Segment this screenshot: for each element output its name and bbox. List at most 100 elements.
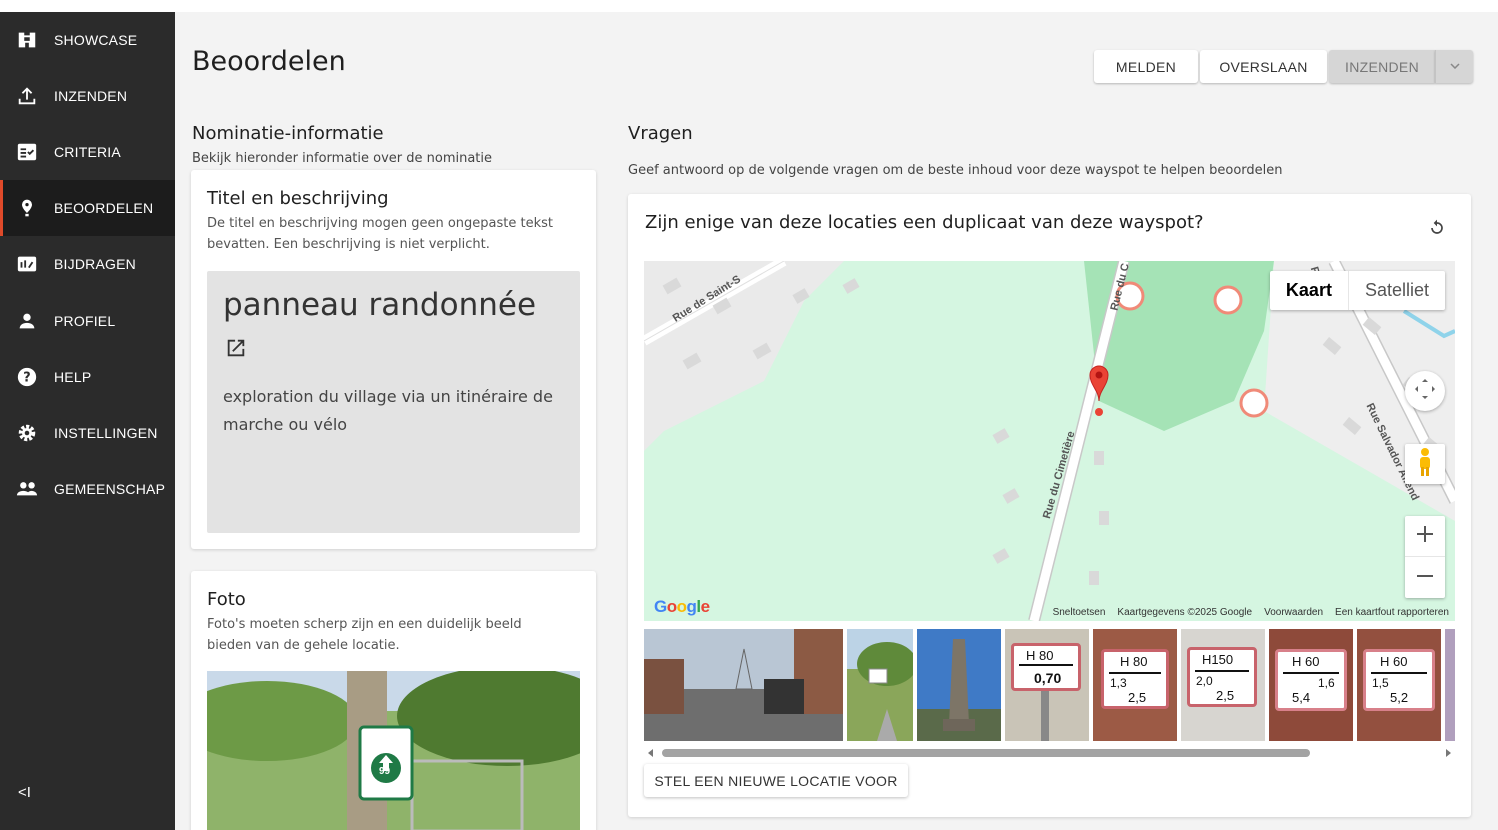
candidate-thumbnail[interactable]: H 60 1,6 5,4 xyxy=(1269,629,1353,741)
zoom-in-button[interactable] xyxy=(1405,516,1445,557)
sign-line xyxy=(1283,672,1339,674)
nomination-photo[interactable]: 99 xyxy=(207,671,580,830)
sidebar-item-gemeenschap[interactable]: GEMEENSCHAP xyxy=(0,461,175,517)
sign-line xyxy=(1109,672,1161,674)
sign-text: 2,0 xyxy=(1196,674,1213,688)
sign-text: H 60 xyxy=(1380,654,1408,669)
sign-line xyxy=(1019,664,1073,666)
candidate-thumbnail[interactable]: H 60 1,5 5,2 xyxy=(1357,629,1441,741)
sign-text: 1,3 xyxy=(1110,676,1127,690)
map-data-text: Kaartgegevens ©2025 Google xyxy=(1117,607,1253,618)
zoom-out-button[interactable] xyxy=(1405,557,1445,598)
external-link-icon[interactable] xyxy=(225,337,247,359)
sidebar-item-label: PROFIEL xyxy=(54,313,116,329)
nomination-description: exploration du village via un itinéraire… xyxy=(223,387,553,434)
candidate-thumbnail[interactable] xyxy=(1445,629,1455,741)
card-subtitle: Foto's moeten scherp zijn en een duideli… xyxy=(207,617,522,653)
action-buttons: MELDEN OVERSLAAN INZENDEN xyxy=(1094,50,1473,83)
candidate-thumbnail[interactable]: H 80 1,3 2,5 xyxy=(1093,629,1177,741)
checklist-icon xyxy=(14,139,40,165)
question-title: Zijn enige van deze locaties een duplica… xyxy=(645,212,1204,233)
sign-plate: H 80 0,70 xyxy=(1011,643,1081,691)
plus-icon xyxy=(1416,525,1434,547)
inzenden-dropdown-button[interactable] xyxy=(1435,50,1473,83)
inzenden-button[interactable]: INZENDEN xyxy=(1329,50,1435,83)
sidebar-item-inzenden[interactable]: INZENDEN xyxy=(0,68,175,124)
map-view[interactable]: Rue de Saint-S Rue du Cimetière Rue Salv… xyxy=(644,261,1455,621)
main-content: Beoordelen MELDEN OVERSLAAN INZENDEN Nom… xyxy=(175,12,1498,830)
sign-plate: H 80 1,3 2,5 xyxy=(1101,649,1169,709)
people-icon xyxy=(14,476,40,502)
terms-link[interactable]: Voorwaarden xyxy=(1264,607,1323,618)
person-icon xyxy=(14,308,40,334)
candidate-thumbnail[interactable] xyxy=(847,629,913,741)
sidebar-item-label: INSTELLINGEN xyxy=(54,425,158,441)
sidebar-item-label: SHOWCASE xyxy=(54,32,138,48)
nomination-heading: Nominatie-informatie xyxy=(192,123,384,144)
sign-text: H150 xyxy=(1202,652,1234,667)
sign-line xyxy=(1371,672,1427,674)
sidebar-item-criteria[interactable]: CRITERIA xyxy=(0,124,175,180)
card-title: Titel en beschrijving xyxy=(207,188,389,209)
map-type-kaart[interactable]: Kaart xyxy=(1270,271,1349,310)
candidate-thumbnail[interactable] xyxy=(644,629,843,741)
questions-subheading: Geef antwoord op de volgende vragen om d… xyxy=(628,163,1283,178)
binoculars-icon xyxy=(14,27,40,53)
sidebar-item-instellingen[interactable]: INSTELLINGEN xyxy=(0,405,175,461)
sidebar-item-label: INZENDEN xyxy=(54,88,128,104)
sidebar-item-bijdragen[interactable]: BIJDRAGEN xyxy=(0,236,175,292)
svg-text:?: ? xyxy=(23,371,30,386)
map-type-toggle: Kaart Satelliet xyxy=(1269,271,1445,310)
map-attribution: Sneltoetsen Kaartgegevens ©2025 Google V… xyxy=(1053,607,1449,618)
sidebar-item-showcase[interactable]: SHOWCASE xyxy=(0,12,175,68)
sidebar-item-profiel[interactable]: PROFIEL xyxy=(0,293,175,349)
sign-plate: H 60 1,5 5,2 xyxy=(1363,649,1435,711)
sign-text: 2,5 xyxy=(1216,688,1235,703)
candidate-thumbnail[interactable] xyxy=(917,629,1001,741)
sidebar-item-label: GEMEENSCHAP xyxy=(54,481,166,497)
map-type-satelliet[interactable]: Satelliet xyxy=(1349,271,1445,310)
collapse-sidebar-button[interactable]: <I xyxy=(18,784,38,804)
candidate-thumbnail[interactable]: H 80 0,70 xyxy=(1005,629,1089,741)
thumbnail-scrollbar[interactable] xyxy=(644,743,1455,757)
photo-card: Foto Foto's moeten scherp zijn en een du… xyxy=(191,571,596,830)
move-arrows-icon xyxy=(1413,377,1437,405)
page-title: Beoordelen xyxy=(192,46,346,77)
chevron-down-icon xyxy=(1449,61,1460,72)
gear-icon xyxy=(14,420,40,446)
location-pin-icon xyxy=(14,195,40,221)
sidebar-item-label: CRITERIA xyxy=(54,144,121,160)
sign-text: H 80 xyxy=(1026,648,1054,663)
melden-button[interactable]: MELDEN xyxy=(1094,50,1198,83)
sign-text: 5,4 xyxy=(1292,690,1311,705)
minus-icon xyxy=(1416,567,1434,589)
sidebar-item-label: HELP xyxy=(54,369,92,385)
camera-control-button[interactable] xyxy=(1405,371,1445,411)
sign-text: 1,5 xyxy=(1372,676,1389,690)
candidate-thumbnail[interactable]: H150 2,0 2,5 xyxy=(1181,629,1265,741)
card-subtitle: De titel en beschrijving mogen geen onge… xyxy=(207,216,553,252)
duplicate-question-card: Zijn enige van deze locaties een duplica… xyxy=(628,194,1471,817)
top-bar xyxy=(0,0,1498,12)
sidebar: SHOWCASE INZENDEN CRITERIA BEOORDELEN BI… xyxy=(0,12,175,830)
sidebar-item-label: BEOORDELEN xyxy=(54,200,154,216)
refresh-icon[interactable] xyxy=(1427,218,1447,238)
report-map-error-link[interactable]: Een kaartfout rapporteren xyxy=(1335,607,1449,618)
keyboard-shortcuts-link[interactable]: Sneltoetsen xyxy=(1053,607,1106,618)
nomination-subheading: Bekijk hieronder informatie over de nomi… xyxy=(192,151,493,166)
sign-line xyxy=(1195,670,1249,672)
help-icon: ? xyxy=(14,364,40,390)
overslaan-button[interactable]: OVERSLAAN xyxy=(1200,50,1327,83)
sidebar-item-help[interactable]: ? HELP xyxy=(0,349,175,405)
zoom-controls xyxy=(1405,516,1445,598)
upload-icon xyxy=(14,83,40,109)
sign-post xyxy=(1041,691,1049,741)
street-view-pegman[interactable] xyxy=(1405,444,1445,484)
sign-number: 99 xyxy=(379,766,391,777)
suggest-new-location-button[interactable]: STEL EEN NIEUWE LOCATIE VOOR xyxy=(644,764,908,797)
duplicate-candidates-strip: H 80 0,70 H 80 1,3 2,5 H150 2,0 2,5 H 60… xyxy=(644,629,1455,741)
card-title: Foto xyxy=(207,589,246,610)
contributions-icon xyxy=(14,251,40,277)
sidebar-item-beoordelen[interactable]: BEOORDELEN xyxy=(0,180,175,236)
sidebar-item-label: BIJDRAGEN xyxy=(54,256,136,272)
